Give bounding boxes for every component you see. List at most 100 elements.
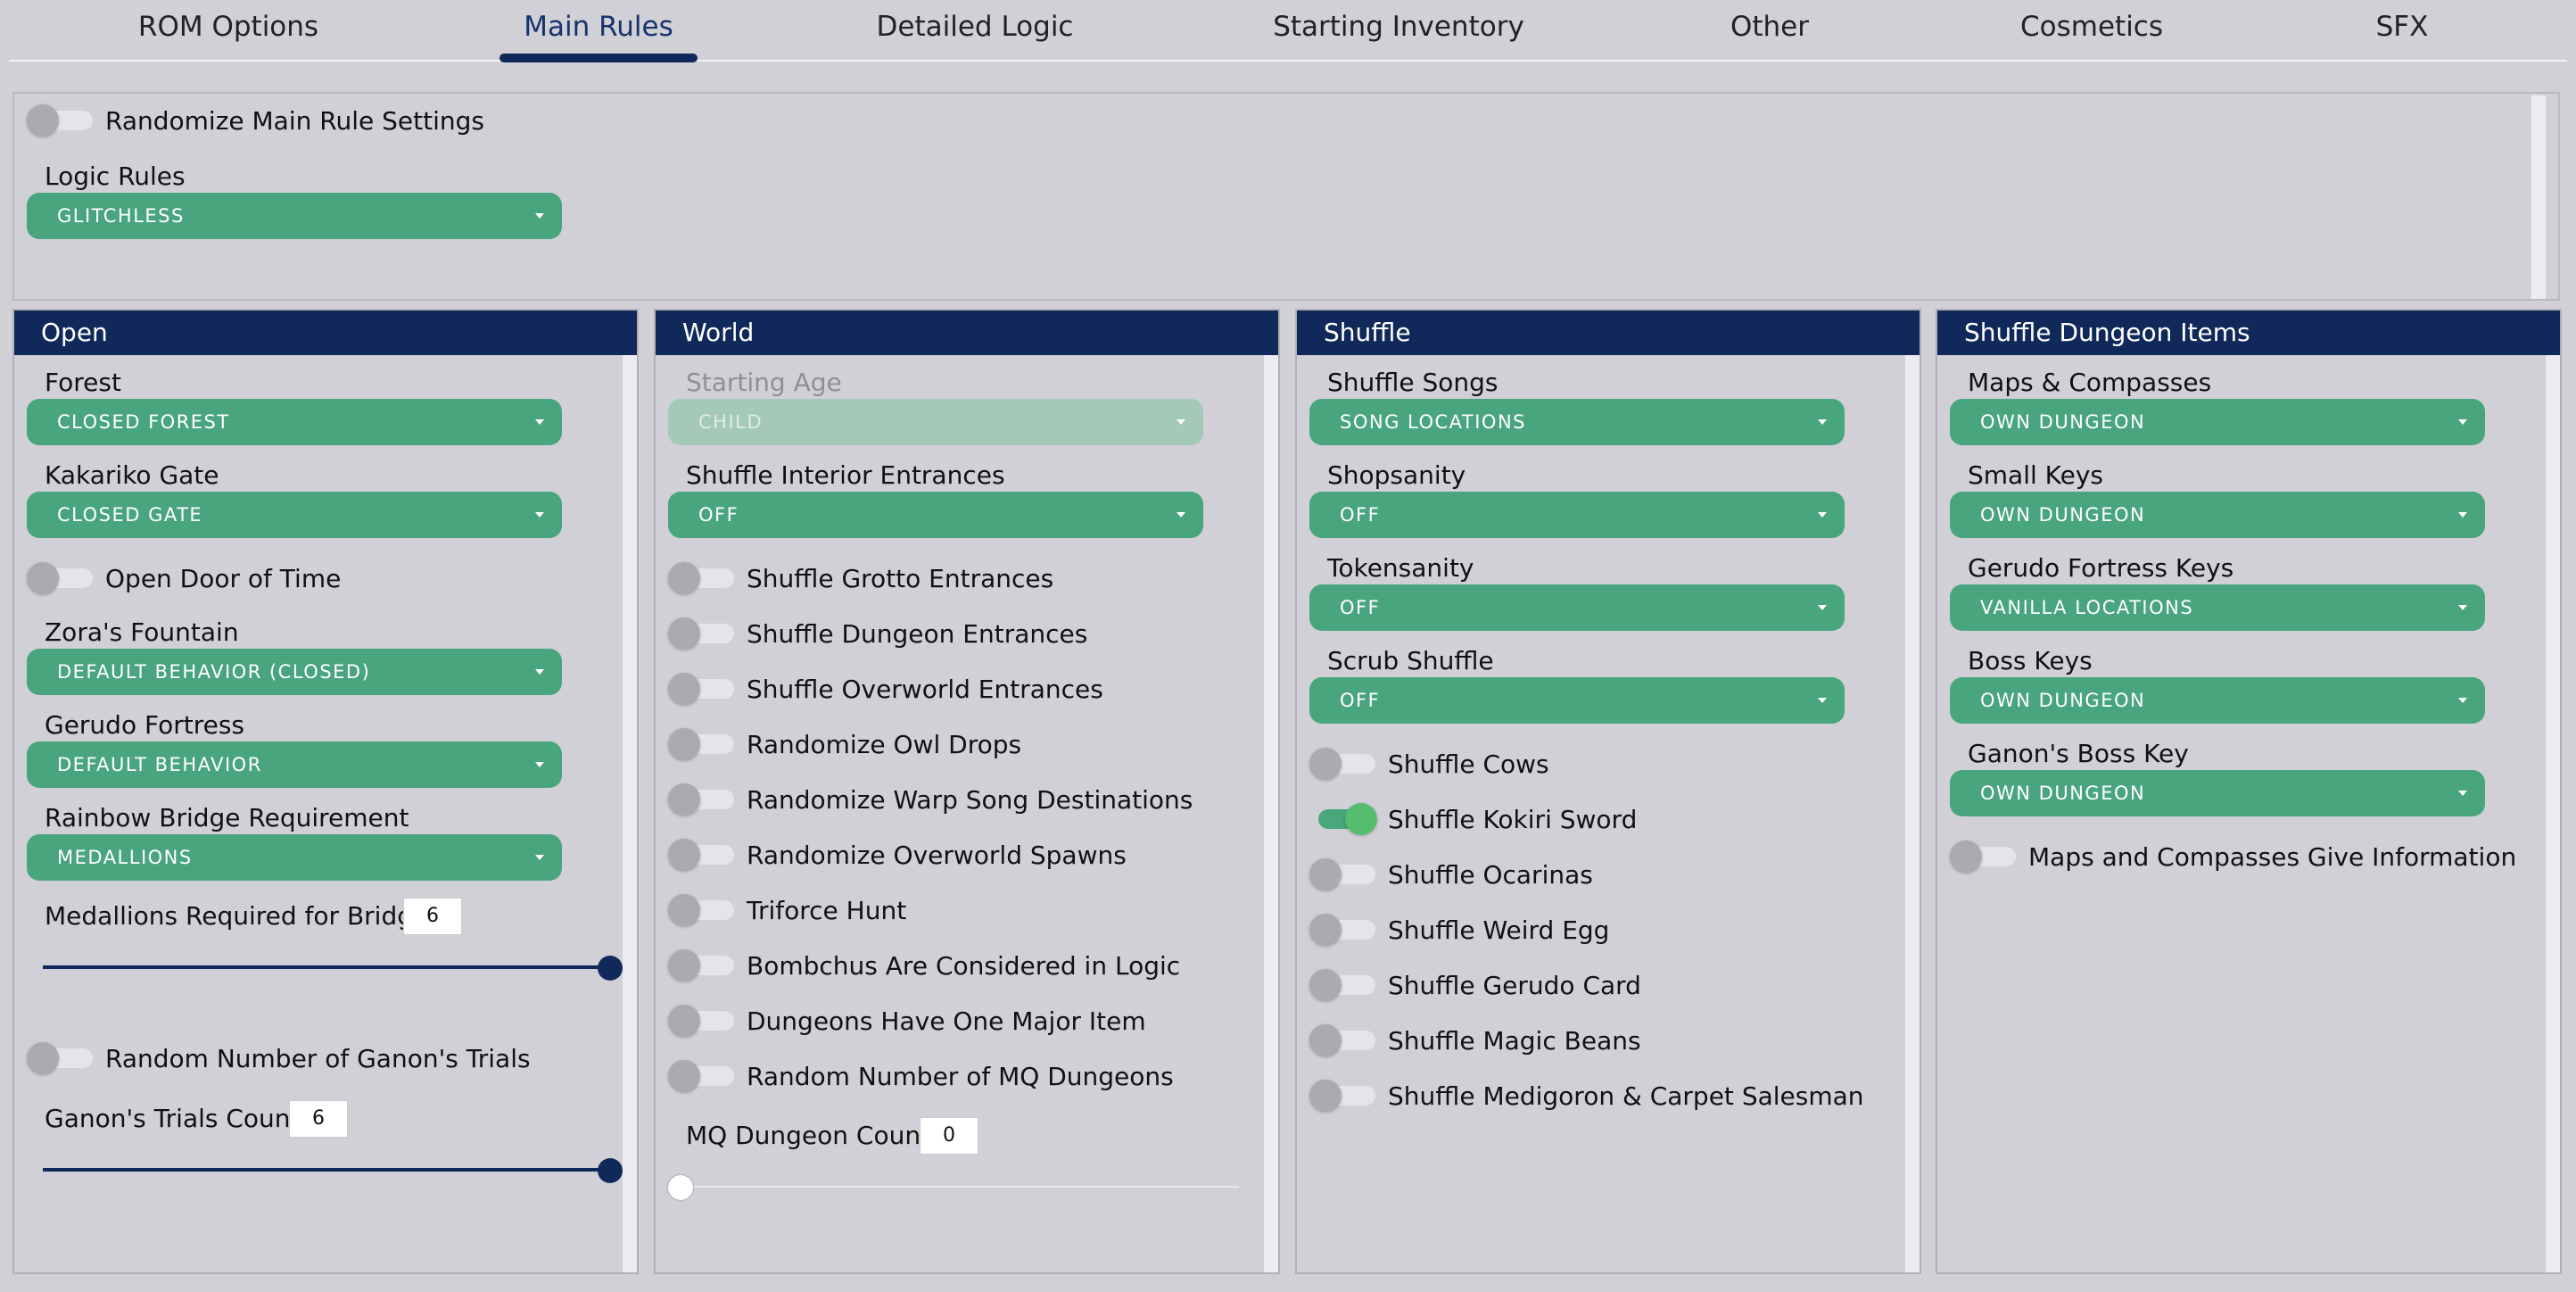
scrollbar[interactable]: [2531, 95, 2546, 299]
scrollbar[interactable]: [1264, 355, 1278, 1272]
tab-detailed-logic[interactable]: Detailed Logic: [877, 11, 1074, 43]
chevron-down-icon: [535, 669, 544, 675]
gerudo-fortress-select[interactable]: DEFAULT BEHAVIOR: [27, 741, 562, 788]
rainbow-bridge-label: Rainbow Bridge Requirement: [45, 803, 409, 832]
randomize-overworld-spawns-toggle[interactable]: [668, 839, 736, 871]
triforce-hunt-label: Triforce Hunt: [747, 896, 907, 925]
mq-dungeon-count-input[interactable]: 0: [920, 1117, 978, 1155]
shuffle-ocarinas-toggle[interactable]: [1309, 858, 1377, 890]
random-mq-dungeons-toggle[interactable]: [668, 1060, 736, 1092]
shopsanity-label: Shopsanity: [1327, 460, 1466, 490]
randomize-main-rules-toggle[interactable]: [27, 104, 95, 137]
shuffle-dungeon-entrances-toggle[interactable]: [668, 617, 736, 650]
bombchus-in-logic-toggle[interactable]: [668, 949, 736, 981]
shopsanity-select[interactable]: OFF: [1309, 492, 1845, 538]
shuffle-interior-entrances-label: Shuffle Interior Entrances: [686, 460, 1005, 490]
tokensanity-value: OFF: [1340, 597, 1381, 618]
gerudo-fortress-keys-label: Gerudo Fortress Keys: [1968, 553, 2234, 583]
randomize-overworld-spawns-label: Randomize Overworld Spawns: [747, 841, 1127, 870]
one-major-item-label: Dungeons Have One Major Item: [747, 1006, 1146, 1036]
shopsanity-value: OFF: [1340, 504, 1381, 526]
forest-label: Forest: [45, 368, 121, 397]
scrollbar[interactable]: [2546, 355, 2560, 1272]
boss-keys-value: OWN DUNGEON: [1980, 690, 2146, 711]
scrub-shuffle-select[interactable]: OFF: [1309, 677, 1845, 724]
tokensanity-select[interactable]: OFF: [1309, 584, 1845, 631]
shuffle-panel: Shuffle Shuffle Songs SONG LOCATIONS Sho…: [1295, 309, 1921, 1274]
tab-other[interactable]: Other: [1730, 11, 1809, 43]
chevron-down-icon: [1818, 698, 1827, 703]
tab-cosmetics[interactable]: Cosmetics: [2020, 11, 2163, 43]
boss-keys-select[interactable]: OWN DUNGEON: [1950, 677, 2485, 724]
shuffle-medigoron-toggle[interactable]: [1309, 1080, 1377, 1112]
forest-value: CLOSED FOREST: [57, 411, 230, 433]
maps-give-info-label: Maps and Compasses Give Information: [2028, 842, 2517, 872]
rainbow-bridge-select[interactable]: MEDALLIONS: [27, 834, 562, 881]
kakariko-gate-select[interactable]: CLOSED GATE: [27, 492, 562, 538]
logic-rules-select[interactable]: GLITCHLESS: [27, 193, 562, 239]
world-panel: World Starting Age CHILD Shuffle Interio…: [654, 309, 1280, 1274]
shuffle-songs-label: Shuffle Songs: [1327, 368, 1499, 397]
chevron-down-icon: [1818, 512, 1827, 518]
shuffle-grotto-entrances-toggle[interactable]: [668, 562, 736, 594]
chevron-down-icon: [535, 419, 544, 425]
kakariko-gate-value: CLOSED GATE: [57, 504, 203, 526]
shuffle-overworld-entrances-toggle[interactable]: [668, 673, 736, 705]
randomize-owl-drops-toggle[interactable]: [668, 728, 736, 760]
scrollbar[interactable]: [1905, 355, 1920, 1272]
maps-give-info-toggle[interactable]: [1950, 841, 2018, 873]
forest-select[interactable]: CLOSED FOREST: [27, 399, 562, 445]
starting-age-label: Starting Age: [686, 368, 842, 397]
random-ganons-trials-toggle[interactable]: [27, 1042, 95, 1074]
randomize-main-rules-label: Randomize Main Rule Settings: [105, 106, 484, 136]
rainbow-bridge-value: MEDALLIONS: [57, 847, 193, 868]
chevron-down-icon: [1818, 419, 1827, 425]
small-keys-label: Small Keys: [1968, 460, 2104, 490]
ganons-trials-count-slider[interactable]: [43, 1156, 623, 1183]
shuffle-kokiri-sword-toggle[interactable]: [1309, 803, 1377, 835]
random-mq-dungeons-label: Random Number of MQ Dungeons: [747, 1062, 1174, 1091]
zoras-fountain-select[interactable]: DEFAULT BEHAVIOR (CLOSED): [27, 649, 562, 695]
chevron-down-icon: [2458, 605, 2467, 610]
ganons-boss-key-select[interactable]: OWN DUNGEON: [1950, 770, 2485, 816]
shuffle-interior-entrances-select[interactable]: OFF: [668, 492, 1203, 538]
shuffle-magic-beans-label: Shuffle Magic Beans: [1388, 1026, 1641, 1056]
one-major-item-toggle[interactable]: [668, 1005, 736, 1037]
logic-rules-label: Logic Rules: [45, 162, 186, 191]
mq-dungeon-count-label: MQ Dungeon Count:: [686, 1121, 939, 1150]
tab-starting-inventory[interactable]: Starting Inventory: [1273, 11, 1524, 43]
active-tab-indicator: [500, 54, 698, 62]
tab-main-rules[interactable]: Main Rules: [524, 11, 673, 43]
chevron-down-icon: [535, 762, 544, 767]
small-keys-select[interactable]: OWN DUNGEON: [1950, 492, 2485, 538]
maps-compasses-value: OWN DUNGEON: [1980, 411, 2146, 433]
dungeon-items-panel-header: Shuffle Dungeon Items: [1937, 311, 2560, 355]
shuffle-medigoron-label: Shuffle Medigoron & Carpet Salesman: [1388, 1081, 1864, 1111]
shuffle-magic-beans-toggle[interactable]: [1309, 1024, 1377, 1056]
medallions-required-slider[interactable]: [43, 954, 623, 981]
scrollbar[interactable]: [623, 355, 637, 1272]
scrub-shuffle-label: Scrub Shuffle: [1327, 646, 1494, 675]
tab-rom-options[interactable]: ROM Options: [138, 11, 318, 43]
chevron-down-icon: [1177, 419, 1185, 425]
zoras-fountain-label: Zora's Fountain: [45, 617, 239, 647]
open-door-of-time-toggle[interactable]: [27, 562, 95, 594]
tab-sfx[interactable]: SFX: [2376, 11, 2429, 43]
ganons-trials-count-input[interactable]: 6: [289, 1100, 348, 1138]
randomize-warp-song-toggle[interactable]: [668, 783, 736, 816]
maps-compasses-select[interactable]: OWN DUNGEON: [1950, 399, 2485, 445]
shuffle-cows-toggle[interactable]: [1309, 748, 1377, 780]
shuffle-songs-select[interactable]: SONG LOCATIONS: [1309, 399, 1845, 445]
mq-dungeon-count-slider[interactable]: [668, 1173, 1239, 1200]
shuffle-weird-egg-toggle[interactable]: [1309, 914, 1377, 946]
starting-age-select: CHILD: [668, 399, 1203, 445]
small-keys-value: OWN DUNGEON: [1980, 504, 2146, 526]
world-panel-header: World: [656, 311, 1278, 355]
shuffle-gerudo-card-toggle[interactable]: [1309, 969, 1377, 1001]
triforce-hunt-toggle[interactable]: [668, 894, 736, 926]
gerudo-fortress-label: Gerudo Fortress: [45, 710, 245, 740]
medallions-required-input[interactable]: 6: [403, 898, 462, 935]
gerudo-fortress-keys-select[interactable]: VANILLA LOCATIONS: [1950, 584, 2485, 631]
main-rules-top-panel: Randomize Main Rule Settings Logic Rules…: [12, 92, 2560, 301]
ganons-boss-key-value: OWN DUNGEON: [1980, 783, 2146, 804]
